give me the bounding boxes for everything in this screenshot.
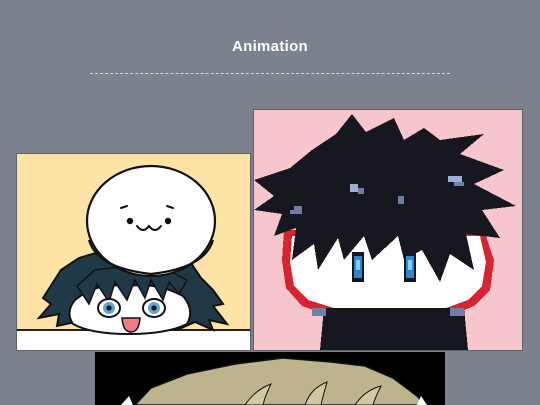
- chibi-with-mochi-artwork[interactable]: [16, 153, 251, 351]
- pixel-character-illustration: [254, 110, 522, 350]
- chibi-illustration: [17, 154, 250, 350]
- title-divider: [90, 73, 450, 74]
- cropped-blonde-character-artwork[interactable]: [95, 352, 445, 405]
- blonde-character-illustration: [95, 352, 445, 405]
- section-title: Animation: [231, 38, 309, 55]
- pixel-art-character-artwork[interactable]: [253, 109, 523, 351]
